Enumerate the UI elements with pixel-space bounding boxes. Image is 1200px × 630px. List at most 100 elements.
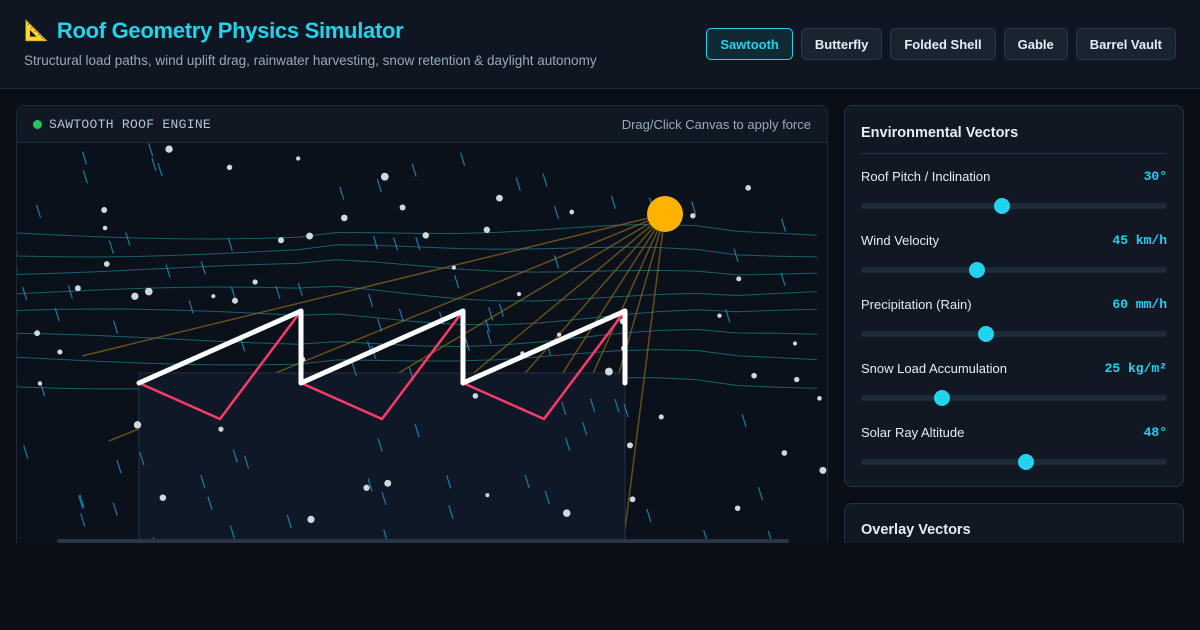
rain-drop bbox=[227, 237, 233, 251]
rain-drop bbox=[165, 264, 171, 278]
rain-drop bbox=[339, 186, 345, 200]
wind-streamline bbox=[17, 223, 818, 240]
rain-drop bbox=[485, 319, 491, 333]
tab-gable[interactable]: Gable bbox=[1003, 28, 1068, 60]
app-header: 📐 Roof Geometry Physics Simulator Struct… bbox=[0, 0, 1200, 89]
slider-thumb[interactable] bbox=[969, 262, 986, 278]
snow-particle bbox=[794, 376, 800, 383]
solar-altitude-slider[interactable] bbox=[861, 454, 1167, 470]
roof-pitch-slider[interactable] bbox=[861, 198, 1167, 214]
title-row: 📐 Roof Geometry Physics Simulator bbox=[24, 18, 404, 44]
snow-particle bbox=[483, 226, 491, 234]
snow-particle bbox=[751, 372, 757, 379]
snow-particle bbox=[629, 496, 636, 503]
slider-value: 48° bbox=[1143, 425, 1167, 440]
snow-particle bbox=[626, 442, 633, 449]
rain-drop bbox=[80, 513, 86, 527]
wind-velocity-slider-row: Wind Velocity 45 km/h bbox=[861, 233, 1167, 285]
snow-particle bbox=[296, 156, 301, 161]
rain-drop bbox=[460, 152, 466, 166]
rain-drop bbox=[116, 460, 122, 474]
roof-slope bbox=[298, 308, 466, 386]
simulation-canvas[interactable] bbox=[17, 143, 828, 565]
wind-velocity-slider[interactable] bbox=[861, 262, 1167, 278]
snow-particle bbox=[717, 313, 722, 318]
snow-particle bbox=[101, 207, 108, 213]
solar-altitude-slider-row: Solar Ray Altitude 48° bbox=[861, 425, 1167, 477]
snow-particle bbox=[496, 194, 503, 202]
slider-thumb[interactable] bbox=[977, 326, 994, 342]
rain-drop bbox=[464, 337, 470, 352]
tab-barrel-vault[interactable]: Barrel Vault bbox=[1075, 28, 1176, 60]
rain-drop bbox=[646, 508, 652, 523]
rain-drop bbox=[188, 300, 194, 314]
snow-particle bbox=[252, 279, 258, 285]
slider-label: Precipitation (Rain) bbox=[861, 297, 972, 312]
rain-drop bbox=[157, 162, 163, 177]
rain-drop bbox=[780, 272, 786, 287]
snow-particle bbox=[817, 396, 822, 401]
snow-particle bbox=[380, 172, 389, 181]
rain-drop bbox=[392, 237, 399, 251]
snow-load-slider[interactable] bbox=[861, 390, 1167, 406]
rain-drop bbox=[125, 232, 131, 246]
tab-folded-shell[interactable]: Folded Shell bbox=[890, 28, 996, 60]
snow-particle bbox=[363, 484, 370, 491]
snow-particle bbox=[226, 164, 233, 171]
snow-particle bbox=[690, 213, 696, 219]
wind-streamline bbox=[17, 259, 818, 276]
engine-label: SAWTOOTH ROOF ENGINE bbox=[49, 117, 212, 132]
slider-value: 25 kg/m² bbox=[1104, 361, 1167, 376]
snow-particle bbox=[277, 237, 285, 244]
tab-sawtooth[interactable]: Sawtooth bbox=[706, 28, 793, 60]
rain-drop bbox=[81, 151, 88, 165]
snow-particle bbox=[165, 145, 173, 153]
snow-particle bbox=[745, 185, 751, 191]
snow-particle bbox=[306, 232, 314, 240]
slider-label: Snow Load Accumulation bbox=[861, 361, 1007, 376]
snow-particle bbox=[74, 285, 81, 292]
wind-streamline bbox=[17, 308, 818, 326]
viewport-cutoff bbox=[0, 543, 1200, 630]
building-outline bbox=[138, 372, 626, 564]
tab-butterfly[interactable]: Butterfly bbox=[800, 28, 883, 60]
snow-particle bbox=[384, 479, 392, 487]
snow-particle bbox=[422, 232, 430, 239]
rain-drop bbox=[297, 282, 303, 297]
snow-particle bbox=[819, 466, 827, 474]
snow-particle bbox=[103, 261, 110, 267]
rain-drop bbox=[757, 486, 764, 501]
page-subtitle: Structural load paths, wind uplift drag,… bbox=[24, 53, 597, 68]
roof-slope bbox=[460, 308, 628, 386]
rain-drop bbox=[553, 206, 560, 220]
slider-value: 45 km/h bbox=[1112, 233, 1167, 248]
rain-drop bbox=[741, 413, 747, 428]
rain-drop bbox=[23, 445, 29, 459]
slider-thumb[interactable] bbox=[993, 198, 1010, 214]
snow-particle bbox=[57, 349, 63, 355]
slider-thumb[interactable] bbox=[934, 390, 951, 406]
rain-drop bbox=[372, 235, 379, 250]
snow-particle bbox=[792, 341, 798, 346]
snow-particle bbox=[569, 209, 575, 215]
rain-drop bbox=[454, 274, 460, 289]
panel-title: Environmental Vectors bbox=[861, 125, 1019, 141]
rain-drop bbox=[691, 201, 697, 215]
rain-drop bbox=[376, 178, 382, 193]
snow-particle bbox=[307, 515, 315, 524]
status-indicator-dot bbox=[33, 120, 42, 129]
precipitation-slider[interactable] bbox=[861, 326, 1167, 342]
snow-particle bbox=[472, 393, 479, 399]
divider bbox=[861, 153, 1167, 154]
rain-drop bbox=[35, 204, 42, 218]
snow-particle bbox=[736, 276, 742, 282]
snow-particle bbox=[133, 421, 142, 429]
precipitation-slider-row: Precipitation (Rain) 60 mm/h bbox=[861, 297, 1167, 349]
rain-drop bbox=[780, 218, 787, 232]
snow-particle bbox=[211, 294, 216, 299]
snow-particle bbox=[556, 332, 562, 337]
simulation-panel-header: SAWTOOTH ROOF ENGINE Drag/Click Canvas t… bbox=[17, 106, 827, 143]
simulation-panel: SAWTOOTH ROOF ENGINE Drag/Click Canvas t… bbox=[16, 105, 828, 565]
snow-particle bbox=[102, 225, 108, 231]
slider-thumb[interactable] bbox=[1018, 454, 1035, 470]
